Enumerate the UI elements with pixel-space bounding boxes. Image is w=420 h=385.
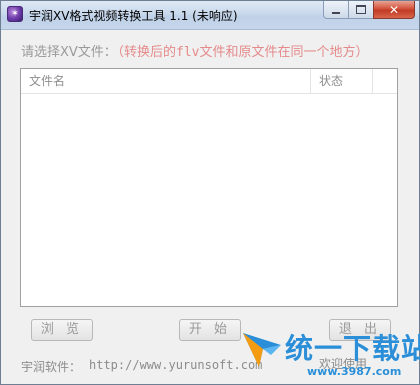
window-title: 宇润XV格式视频转换工具 1.1 (未响应): [29, 9, 238, 23]
window-controls: ✕: [323, 1, 415, 21]
close-icon: ✕: [388, 2, 400, 17]
maximize-button[interactable]: [348, 1, 374, 19]
maximize-icon: [356, 5, 366, 14]
minimize-button[interactable]: [323, 1, 349, 19]
publisher-link[interactable]: http://www.yurunsoft.com: [89, 358, 262, 372]
column-header-status[interactable]: 状态: [311, 69, 373, 93]
output-location-note: （转换后的flv文件和原文件在同一个地方）: [111, 45, 369, 60]
file-list[interactable]: 文件名 状态: [20, 68, 398, 307]
select-file-label: 请选择XV文件：: [21, 45, 117, 60]
browse-button[interactable]: 浏 览: [31, 319, 93, 341]
minimize-icon: [332, 11, 340, 14]
publisher-label: 宇润软件：: [21, 360, 82, 374]
start-button[interactable]: 开 始: [179, 319, 241, 341]
app-window: ✶ 宇润XV格式视频转换工具 1.1 (未响应) ✕ 请选择XV文件： （转换后…: [0, 0, 420, 385]
close-button[interactable]: ✕: [373, 1, 415, 19]
title-bar[interactable]: ✶ 宇润XV格式视频转换工具 1.1 (未响应) ✕: [1, 1, 419, 30]
app-icon[interactable]: ✶: [7, 6, 23, 22]
column-header-filename[interactable]: 文件名: [21, 69, 311, 93]
file-list-header: 文件名 状态: [21, 69, 397, 94]
app-icon-glyph: ✶: [11, 9, 19, 19]
welcome-text: 欢迎使用: [319, 357, 368, 371]
exit-button[interactable]: 退 出: [329, 319, 391, 341]
